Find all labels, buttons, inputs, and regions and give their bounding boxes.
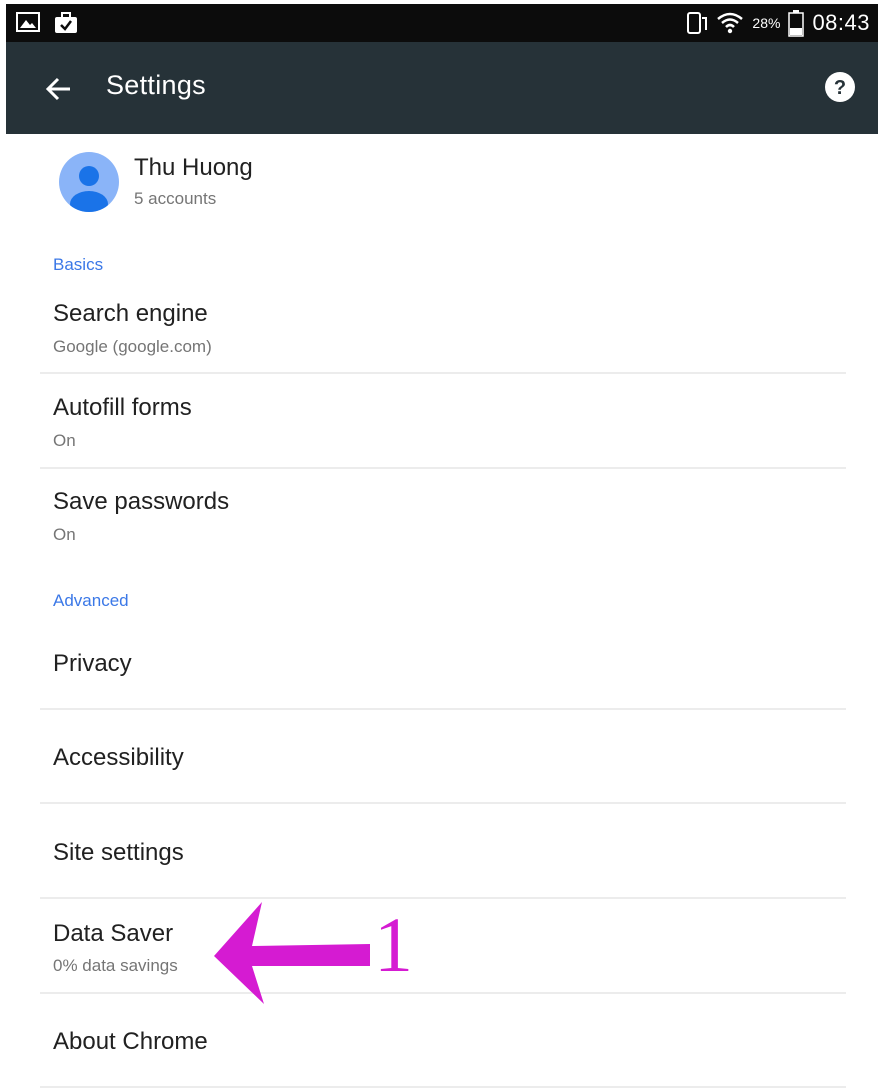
gallery-icon: [16, 12, 40, 32]
battery-percent: 28%: [752, 15, 781, 31]
divider: [40, 897, 846, 899]
item-subtitle: 0% data savings: [53, 956, 178, 975]
divider: [40, 1086, 846, 1088]
item-subtitle: On: [53, 525, 76, 544]
settings-item-site-settings[interactable]: Site settings: [40, 814, 846, 896]
settings-item-privacy[interactable]: Privacy: [40, 625, 846, 707]
section-header-basics: Basics: [53, 255, 104, 274]
status-time: 08:43: [812, 10, 870, 35]
annotation-callout: 1: [212, 896, 432, 1008]
battery-icon: [788, 10, 805, 37]
wifi-icon: [717, 12, 744, 34]
item-title: Search engine: [53, 300, 208, 327]
account-row[interactable]: Thu Huong 5 accounts: [6, 140, 878, 230]
settings-item-data-saver[interactable]: Data Saver 0% data savings: [40, 910, 846, 992]
item-title: Privacy: [53, 650, 132, 677]
item-title: Autofill forms: [53, 394, 192, 421]
annotation-label: 1: [374, 901, 413, 988]
divider: [40, 467, 846, 469]
avatar: [59, 152, 119, 212]
item-title: Save passwords: [53, 488, 230, 515]
item-title: Data Saver: [53, 920, 174, 947]
item-title: About Chrome: [53, 1028, 208, 1055]
help-icon: ?: [825, 72, 855, 102]
settings-item-accessibility[interactable]: Accessibility: [40, 720, 846, 802]
account-name: Thu Huong: [134, 154, 253, 181]
divider: [40, 992, 846, 994]
person-icon: [70, 166, 108, 212]
settings-item-autofill[interactable]: Autofill forms On: [40, 386, 846, 466]
status-bar: 28% 08:43: [6, 4, 878, 42]
arrow-back-icon: [45, 77, 70, 101]
settings-item-save-passwords[interactable]: Save passwords On: [40, 480, 846, 560]
svg-text:?: ?: [834, 77, 846, 99]
phone-rotate-icon: [687, 12, 708, 34]
app-bar: Settings ?: [6, 42, 878, 134]
briefcase-check-icon: [55, 12, 77, 33]
item-title: Accessibility: [53, 744, 184, 771]
divider: [40, 708, 846, 710]
help-button[interactable]: ?: [824, 71, 856, 103]
settings-item-about-chrome[interactable]: About Chrome: [40, 1004, 846, 1086]
section-header-advanced: Advanced: [53, 591, 129, 610]
account-subtitle: 5 accounts: [134, 189, 217, 208]
settings-item-search-engine[interactable]: Search engine Google (google.com): [40, 292, 846, 372]
item-title: Site settings: [53, 839, 184, 866]
item-subtitle: Google (google.com): [53, 337, 212, 356]
divider: [40, 802, 846, 804]
divider: [40, 372, 846, 374]
back-button[interactable]: [42, 72, 76, 106]
item-subtitle: On: [53, 431, 76, 450]
page-title: Settings: [106, 70, 206, 100]
